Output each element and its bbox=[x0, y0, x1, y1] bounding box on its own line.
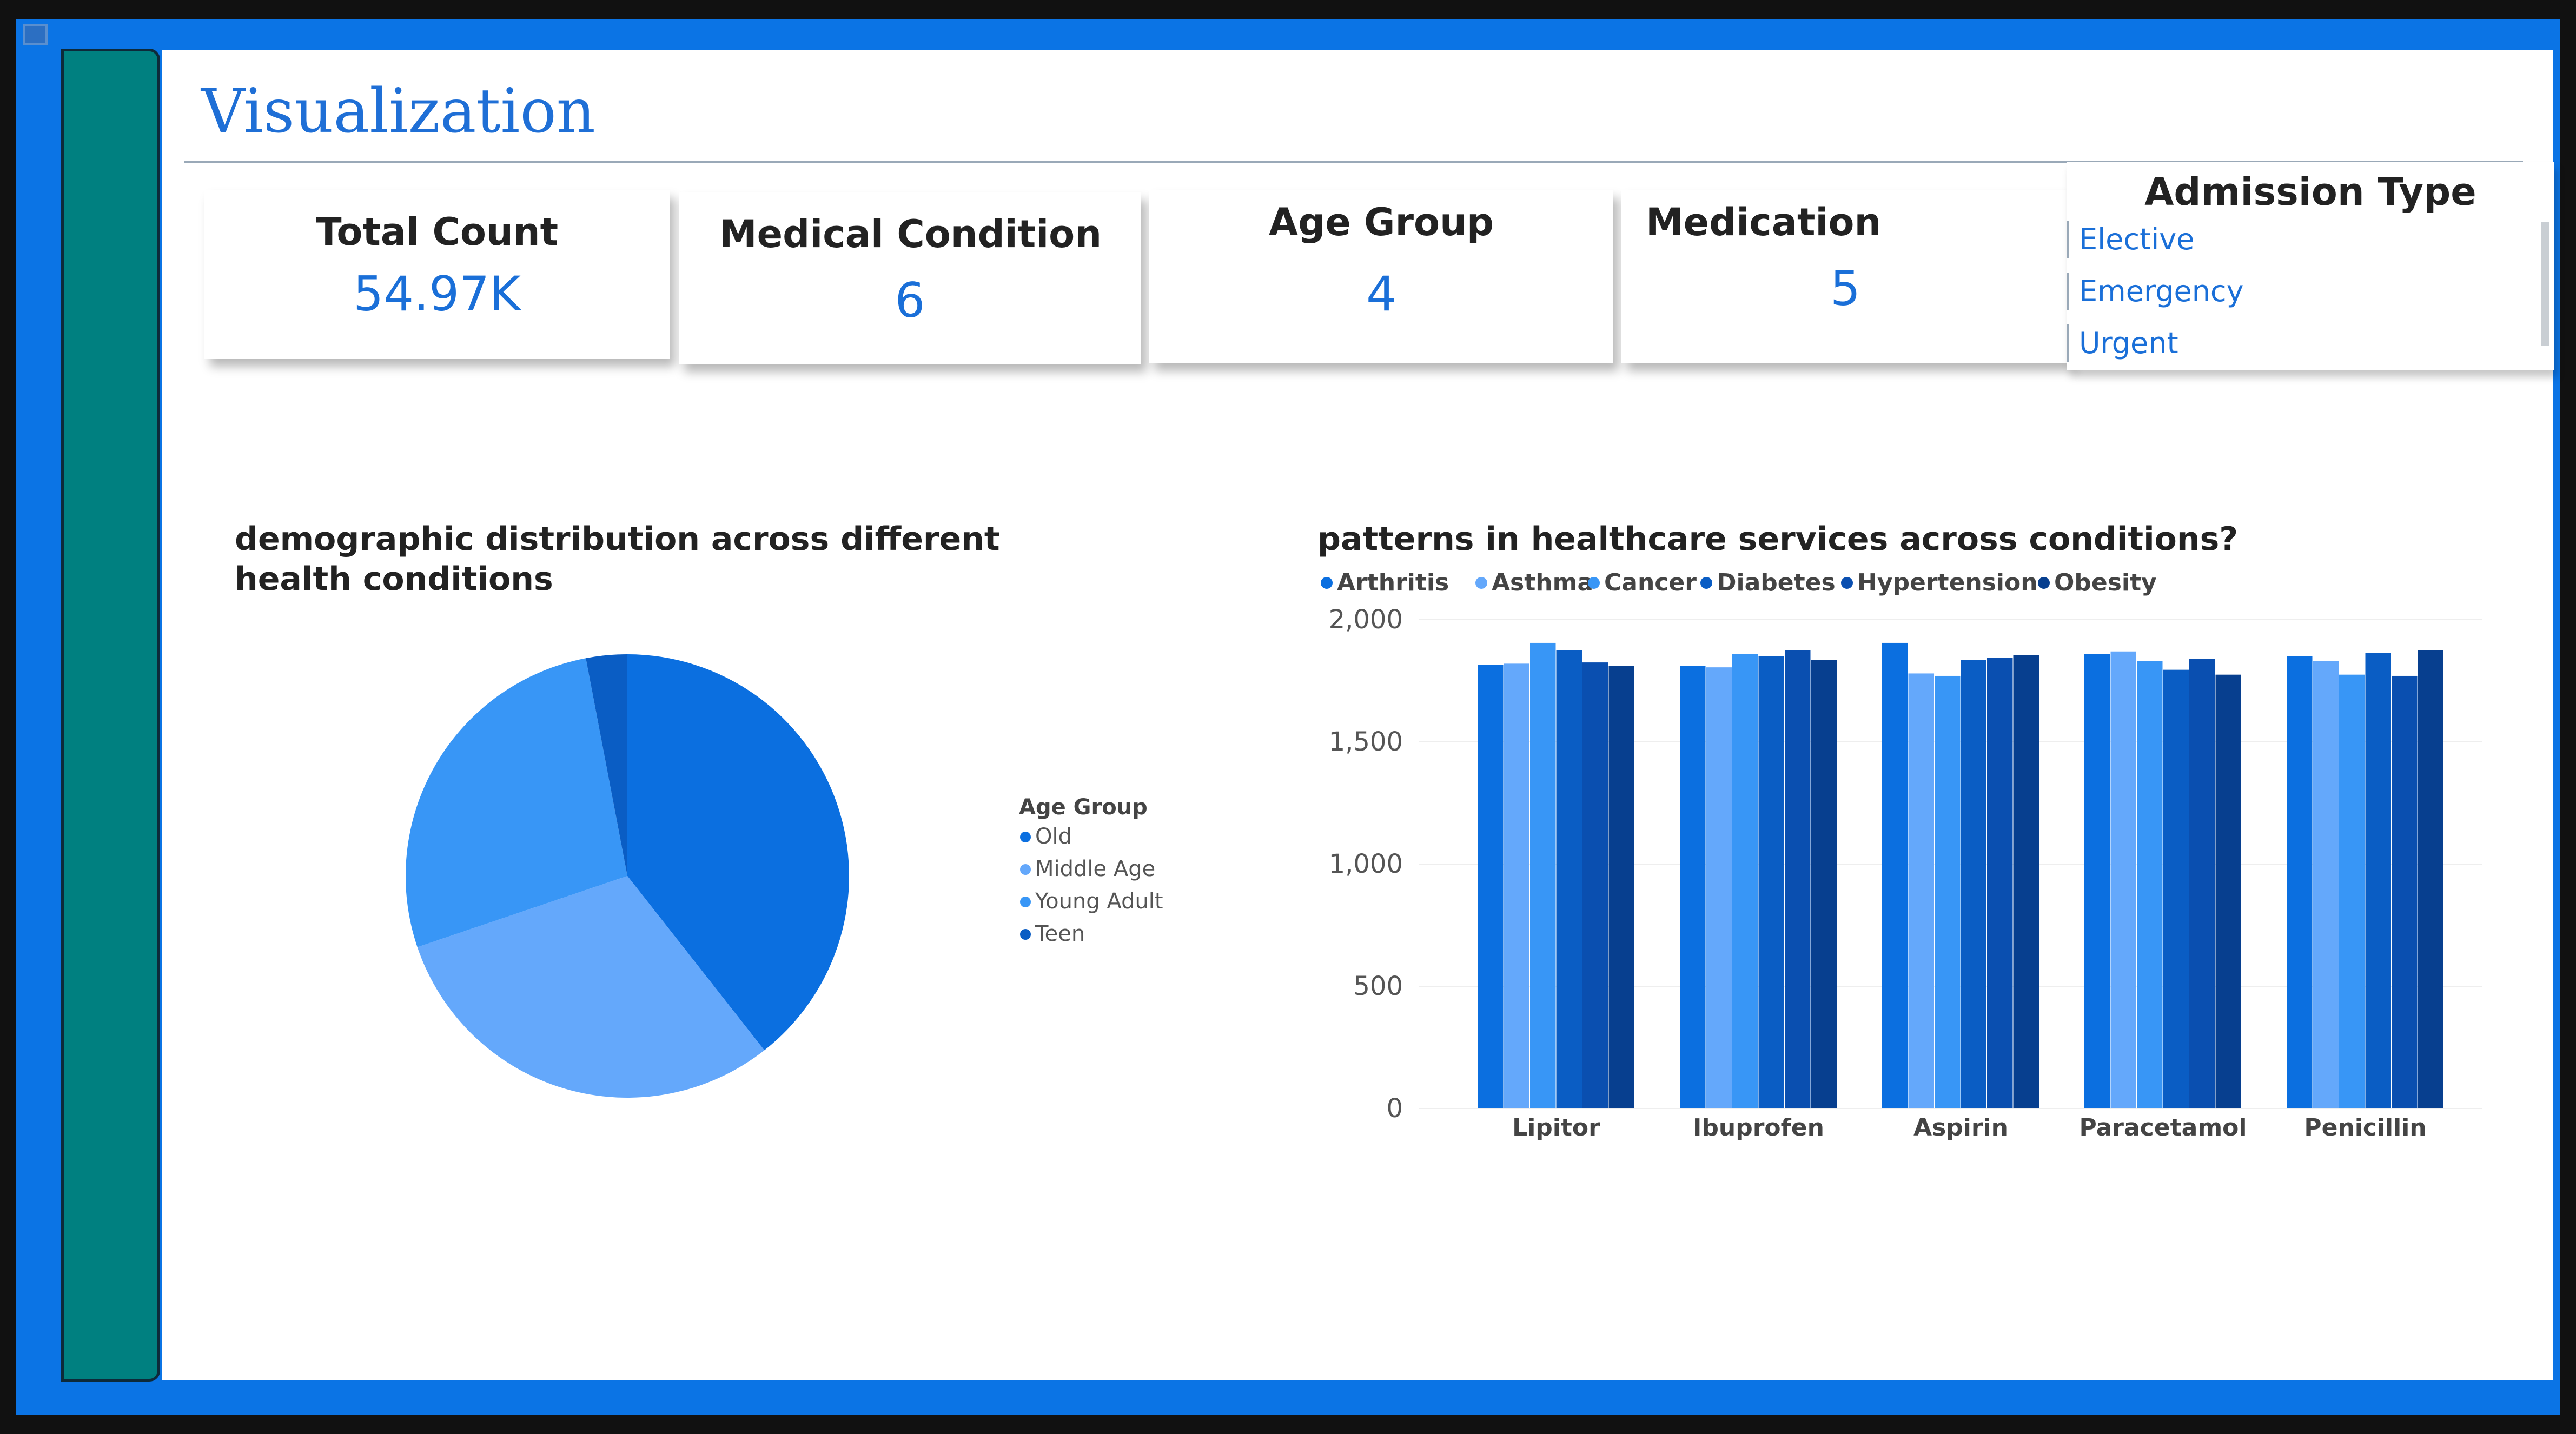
bar-ibuprofen-cancer[interactable] bbox=[1732, 654, 1758, 1108]
bar-penicillin-asthma[interactable] bbox=[2313, 661, 2339, 1108]
bar-chart-title: patterns in healthcare services across c… bbox=[1317, 520, 2239, 558]
slicer-item-elective[interactable]: Elective bbox=[2067, 221, 2194, 258]
legend-dot-cancer bbox=[1588, 577, 1600, 589]
y-tick-label: 1,000 bbox=[1329, 849, 1403, 879]
medication-label: Medication bbox=[1646, 200, 1882, 244]
bar-paracetamol-diabetes[interactable] bbox=[2163, 669, 2189, 1108]
pie-legend-title: Age Group bbox=[1019, 795, 1148, 820]
medical-condition-card[interactable]: Medical Condition 6 bbox=[679, 192, 1141, 364]
bar-legend-label-asthma: Asthma bbox=[1492, 569, 1593, 596]
y-tick-label: 1,500 bbox=[1329, 727, 1403, 757]
bar-lipitor-arthritis[interactable] bbox=[1478, 665, 1504, 1108]
bar-aspirin-diabetes[interactable] bbox=[1961, 660, 1987, 1108]
legend-dot-obesity bbox=[2038, 577, 2050, 589]
bar-ibuprofen-diabetes[interactable] bbox=[1758, 656, 1785, 1108]
bar-aspirin-cancer[interactable] bbox=[1935, 675, 1961, 1108]
bar-aspirin-hypertension[interactable] bbox=[1987, 658, 2013, 1108]
slicer-item-emergency[interactable]: Emergency bbox=[2067, 273, 2244, 310]
total-count-card[interactable]: Total Count 54.97K bbox=[204, 190, 670, 359]
bar-lipitor-diabetes[interactable] bbox=[1556, 650, 1582, 1109]
admission-type-slicer[interactable]: Admission Type Elective Emergency Urgent bbox=[2067, 162, 2554, 370]
bar-penicillin-diabetes[interactable] bbox=[2365, 653, 2392, 1108]
slicer-title: Admission Type bbox=[2144, 170, 2476, 214]
total-count-label: Total Count bbox=[315, 210, 559, 254]
bar-ibuprofen-obesity[interactable] bbox=[1811, 660, 1837, 1108]
bar-paracetamol-cancer[interactable] bbox=[2137, 661, 2163, 1108]
age-group-card[interactable]: Age Group 4 bbox=[1149, 190, 1613, 363]
bar-legend-label-cancer: Cancer bbox=[1604, 569, 1697, 596]
bar-paracetamol-arthritis[interactable] bbox=[2084, 654, 2110, 1108]
x-tick-label-aspirin: Aspirin bbox=[1913, 1114, 2008, 1141]
age-group-pie-chart[interactable] bbox=[379, 638, 865, 1114]
bar-ibuprofen-arthritis[interactable] bbox=[1680, 666, 1706, 1108]
bar-paracetamol-obesity[interactable] bbox=[2215, 674, 2242, 1108]
bar-paracetamol-asthma[interactable] bbox=[2110, 651, 2137, 1108]
legend-dot-arthritis bbox=[1321, 577, 1333, 589]
bar-legend-label-obesity: Obesity bbox=[2054, 569, 2157, 596]
legend-dot-diabetes bbox=[1700, 577, 1712, 589]
age-group-label: Age Group bbox=[1268, 200, 1494, 244]
bar-lipitor-cancer[interactable] bbox=[1530, 642, 1556, 1108]
bar-lipitor-hypertension[interactable] bbox=[1582, 662, 1608, 1108]
y-tick-label: 500 bbox=[1353, 971, 1403, 1001]
y-tick-label: 2,000 bbox=[1329, 605, 1403, 635]
bar-aspirin-asthma[interactable] bbox=[1908, 673, 1935, 1108]
bar-penicillin-cancer[interactable] bbox=[2339, 674, 2365, 1108]
legend-dot-middle-age bbox=[1020, 864, 1031, 875]
pie-legend: Age Group Old Middle Age Young Adult Teen bbox=[1019, 795, 1163, 946]
bar-ibuprofen-hypertension[interactable] bbox=[1785, 650, 1811, 1109]
total-count-value: 54.97K bbox=[353, 266, 521, 322]
pie-legend-label-old: Old bbox=[1035, 824, 1072, 849]
page-title: Visualization bbox=[201, 76, 595, 147]
x-tick-label-lipitor: Lipitor bbox=[1512, 1114, 1600, 1141]
navigation-sidebar bbox=[61, 49, 160, 1382]
bar-ibuprofen-asthma[interactable] bbox=[1706, 667, 1732, 1108]
medical-condition-value: 6 bbox=[895, 273, 925, 328]
x-tick-label-ibuprofen: Ibuprofen bbox=[1693, 1114, 1824, 1141]
legend-dot-young-adult bbox=[1020, 897, 1031, 907]
bar-penicillin-arthritis[interactable] bbox=[2287, 656, 2313, 1108]
medication-card[interactable]: Medication 5 bbox=[1621, 190, 2069, 363]
bar-aspirin-obesity[interactable] bbox=[2013, 655, 2039, 1108]
y-tick-label: 0 bbox=[1386, 1093, 1403, 1124]
slicer-item-urgent[interactable]: Urgent bbox=[2067, 324, 2178, 362]
pie-legend-label-young-adult: Young Adult bbox=[1035, 889, 1163, 914]
medical-condition-label: Medical Condition bbox=[719, 212, 1102, 256]
pie-chart-title: demographic distribution across differen… bbox=[235, 520, 1000, 598]
legend-dot-asthma bbox=[1475, 577, 1487, 589]
window-icon[interactable] bbox=[23, 24, 48, 45]
x-tick-label-paracetamol: Paracetamol bbox=[2080, 1114, 2247, 1141]
slicer-scrollbar[interactable] bbox=[2541, 222, 2549, 346]
bar-legend-label-diabetes: Diabetes bbox=[1717, 569, 1836, 596]
bar-legend-label-hypertension: Hypertension bbox=[1857, 569, 2038, 596]
bar-lipitor-asthma[interactable] bbox=[1504, 663, 1530, 1108]
x-tick-label-penicillin: Penicillin bbox=[2304, 1114, 2426, 1141]
bar-aspirin-arthritis[interactable] bbox=[1882, 642, 1908, 1108]
age-group-value: 4 bbox=[1366, 266, 1396, 322]
medication-bar-chart[interactable]: 0 500 1,000 1,500 2,000 Lipitor Ibuprofen Aspir… bbox=[1287, 595, 2499, 1168]
bar-penicillin-hypertension[interactable] bbox=[2392, 675, 2418, 1108]
bar-lipitor-obesity[interactable] bbox=[1608, 666, 1635, 1108]
legend-dot-old bbox=[1020, 832, 1031, 842]
bar-legend-label-arthritis: Arthritis bbox=[1337, 569, 1449, 596]
bar-paracetamol-hypertension[interactable] bbox=[2189, 659, 2215, 1108]
pie-legend-label-middle-age: Middle Age bbox=[1035, 857, 1155, 881]
medication-value: 5 bbox=[1830, 261, 1860, 316]
bar-penicillin-obesity[interactable] bbox=[2418, 650, 2444, 1109]
legend-dot-teen bbox=[1020, 929, 1031, 940]
pie-legend-label-teen: Teen bbox=[1035, 921, 1085, 946]
legend-dot-hypertension bbox=[1841, 577, 1853, 589]
